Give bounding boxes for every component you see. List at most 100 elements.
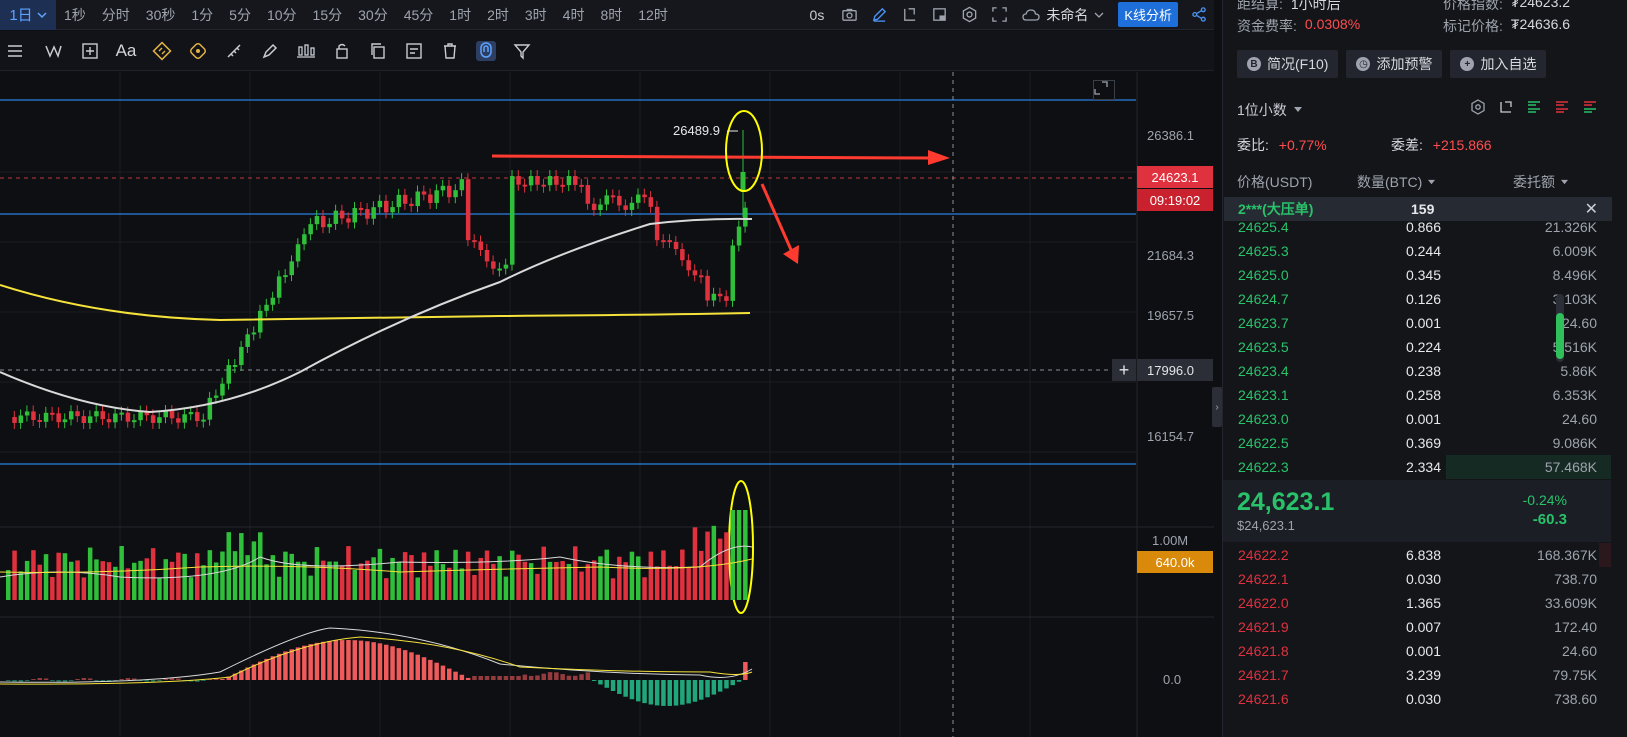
kline-analysis-button[interactable]: K线分析 — [1118, 2, 1178, 27]
filter-icon[interactable] — [504, 31, 540, 71]
macd-histogram-bar — [125, 678, 131, 680]
ask-row[interactable]: 24622.5 0.369 9.086K — [1223, 431, 1611, 455]
timeframe-select[interactable]: 1日 — [0, 0, 56, 30]
macd-histogram-bar — [283, 651, 288, 680]
bid-row[interactable]: 24621.6 0.030 738.60 — [1223, 687, 1611, 711]
wave-tool-icon[interactable] — [36, 31, 72, 71]
timeframe-option[interactable]: 4时 — [555, 0, 593, 30]
overview-button[interactable]: B 简况(F10) — [1237, 50, 1339, 78]
timeframe-option[interactable]: 10分 — [259, 0, 305, 30]
row-qty: 0.001 — [1405, 643, 1441, 659]
share-icon[interactable] — [1184, 0, 1214, 30]
both-side-view-icon[interactable] — [1525, 98, 1543, 116]
ask-row[interactable]: 24624.7 0.126 3.103K — [1223, 287, 1611, 311]
lock-icon[interactable] — [324, 31, 360, 71]
candle-body — [717, 293, 723, 297]
candle-body — [730, 245, 735, 301]
template-icon[interactable] — [924, 0, 954, 30]
row-total: 9.086K — [1552, 435, 1597, 451]
timeframe-option[interactable]: 3时 — [517, 0, 555, 30]
candles-icon[interactable] — [288, 31, 324, 71]
volume-bar — [560, 561, 565, 600]
timeframe-option[interactable]: 30分 — [350, 0, 396, 30]
ask-only-view-icon[interactable] — [1553, 98, 1571, 116]
layout-name[interactable]: 未命名 — [1014, 5, 1112, 25]
timeframe-option[interactable]: 45分 — [396, 0, 442, 30]
candle-body — [239, 346, 244, 365]
volume-bar — [31, 550, 36, 600]
col-qty-header[interactable]: 数量(BTC) — [1357, 172, 1436, 192]
camera-icon[interactable] — [834, 0, 864, 30]
timeframe-option[interactable]: 30秒 — [138, 0, 184, 30]
edit-list-icon[interactable] — [396, 31, 432, 71]
ask-row[interactable]: 24625.3 0.244 6.009K — [1223, 239, 1611, 263]
timeframe-option[interactable]: 12时 — [630, 0, 676, 30]
bid-row[interactable]: 24622.2 6.838 168.367K — [1223, 543, 1611, 567]
timeframe-option[interactable]: 1时 — [441, 0, 479, 30]
magnet-tool-icon[interactable] — [180, 31, 216, 71]
bid-row[interactable]: 24621.9 0.007 172.40 — [1223, 615, 1611, 639]
export-icon[interactable] — [1497, 98, 1515, 116]
row-qty: 0.224 — [1405, 339, 1441, 355]
bid-only-view-icon[interactable] — [1581, 98, 1599, 116]
ask-row[interactable]: 24623.1 0.258 6.353K — [1223, 383, 1611, 407]
indicator-icon[interactable] — [894, 0, 924, 30]
collapse-panel-handle[interactable]: › — [1212, 387, 1222, 427]
pencil-icon[interactable] — [864, 0, 894, 30]
text-tool-icon[interactable]: Aa — [108, 31, 144, 71]
candle-body — [472, 240, 477, 243]
add-alert-button[interactable]: ◷ 添加预警 — [1346, 50, 1443, 78]
measure-icon[interactable] — [216, 31, 252, 71]
bid-row[interactable]: 24621.7 3.239 79.75K — [1223, 663, 1611, 687]
volume-bar — [169, 561, 175, 600]
order-ratio: 委比: +0.77% — [1237, 137, 1327, 153]
candle-body — [232, 364, 238, 367]
ask-row[interactable]: 24623.4 0.238 5.86K — [1223, 359, 1611, 383]
chart-area[interactable]: 26386.1 21684.3 19657.5 16154.7 24623.1 … — [0, 72, 1214, 737]
volume-bar — [642, 577, 647, 600]
ask-row[interactable]: 24625.4 0.866 21.326K — [1223, 215, 1611, 239]
candle-body — [623, 205, 628, 210]
trash-icon[interactable] — [432, 31, 468, 71]
macd-histogram-bar — [705, 680, 710, 698]
orderbook-scroll-thumb[interactable] — [1556, 313, 1564, 359]
timeframe-option[interactable]: 2时 — [479, 0, 517, 30]
candle-body — [106, 419, 112, 423]
price-axis-label: 16154.7 — [1147, 429, 1194, 444]
timeframe-option[interactable]: 分时 — [94, 0, 138, 30]
ask-row[interactable]: 24623.7 0.001 24.60 — [1223, 311, 1611, 335]
copy-icon[interactable] — [360, 31, 396, 71]
fullscreen-icon[interactable] — [984, 0, 1014, 30]
add-alert-plus-icon[interactable]: + — [1112, 359, 1136, 381]
timeframe-option[interactable]: 1分 — [183, 0, 221, 30]
timeframe-option[interactable]: 1秒 — [56, 0, 94, 30]
expand-icon[interactable] — [1093, 80, 1115, 100]
candle-body — [510, 176, 515, 265]
magnet-icon[interactable] — [468, 31, 504, 71]
ask-row[interactable]: 24623.5 0.224 5.516K — [1223, 335, 1611, 359]
menu-icon[interactable] — [0, 31, 36, 71]
bid-row[interactable]: 24621.8 0.001 24.60 — [1223, 639, 1611, 663]
volume-bar — [717, 538, 723, 600]
bid-row[interactable]: 24622.1 0.030 738.70 — [1223, 567, 1611, 591]
candle-body — [283, 275, 288, 278]
ask-row[interactable]: 24623.0 0.001 24.60 — [1223, 407, 1611, 431]
candle-body — [213, 395, 219, 398]
brush-icon[interactable] — [252, 31, 288, 71]
volume-bar — [6, 570, 11, 600]
settings-icon[interactable] — [954, 0, 984, 30]
volume-bar — [119, 546, 124, 600]
ask-row[interactable]: 24625.0 0.345 8.496K — [1223, 263, 1611, 287]
ask-row[interactable]: 24622.3 2.334 57.468K — [1223, 455, 1611, 479]
timeframe-option[interactable]: 5分 — [221, 0, 259, 30]
col-total-header[interactable]: 委托额 — [1513, 172, 1569, 192]
settings-icon[interactable] — [1469, 98, 1487, 116]
ma-yellow-line — [0, 284, 751, 322]
bid-row[interactable]: 24622.0 1.365 33.609K — [1223, 591, 1611, 615]
crosshair-add-icon[interactable] — [72, 31, 108, 71]
decimal-select[interactable]: 1位小数 — [1237, 100, 1303, 120]
ruler-tool-icon[interactable] — [144, 31, 180, 71]
timeframe-option[interactable]: 15分 — [305, 0, 351, 30]
timeframe-option[interactable]: 8时 — [592, 0, 630, 30]
add-watchlist-button[interactable]: + 加入自选 — [1450, 50, 1547, 78]
